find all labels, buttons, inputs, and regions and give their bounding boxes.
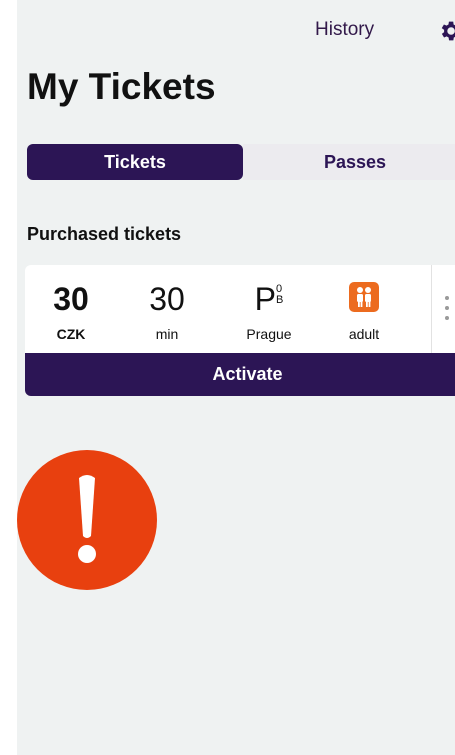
price-value: 30 (53, 281, 89, 317)
app-screen: History My Tickets Tickets Passes Purcha… (17, 0, 455, 755)
zone-letter: P (254, 281, 276, 317)
zone-sub-bottom: B (276, 294, 284, 306)
price-currency: CZK (56, 326, 86, 342)
ticket-card[interactable]: 30 CZK 30 min P0 B Prague adult (25, 265, 455, 353)
zone-subscript: 0B (276, 284, 283, 306)
duration-value: 30 (149, 281, 185, 317)
history-link[interactable]: History (315, 19, 374, 41)
card-divider (431, 265, 432, 353)
people-icon (349, 282, 379, 312)
tab-passes[interactable]: Passes (243, 144, 455, 180)
page-title: My Tickets (27, 66, 216, 107)
gear-icon[interactable] (437, 18, 455, 44)
exclamation-icon (17, 450, 157, 590)
zone-city: Prague (246, 326, 292, 342)
fare-label: adult (348, 326, 380, 342)
duration-unit: min (155, 326, 179, 342)
zone-code: P0 B (229, 281, 309, 317)
section-title: Purchased tickets (27, 224, 182, 244)
activate-button[interactable]: Activate (25, 353, 455, 396)
ticket-type-tabs: Tickets Passes (27, 144, 455, 180)
tab-tickets[interactable]: Tickets (27, 144, 243, 180)
more-vertical-icon[interactable] (443, 293, 451, 323)
